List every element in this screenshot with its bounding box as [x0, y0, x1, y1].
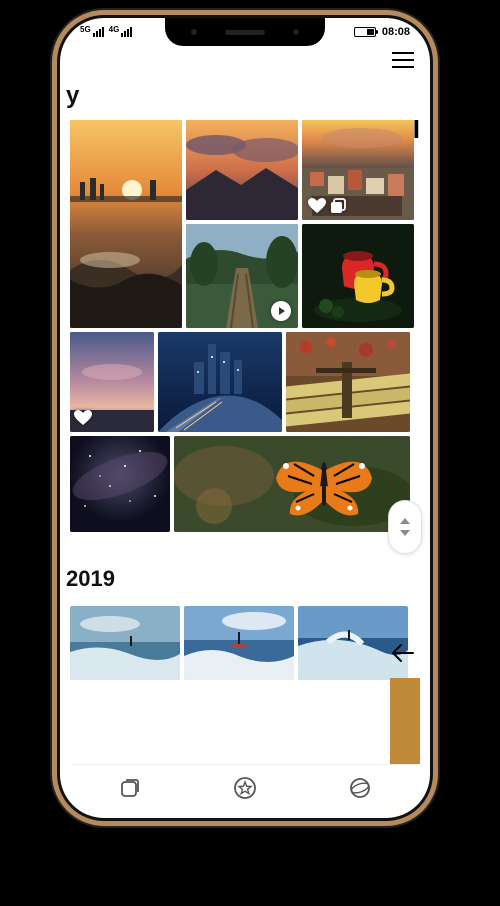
- photo-town-sunset[interactable]: [302, 120, 414, 220]
- photo-mountain-clouds[interactable]: [186, 120, 298, 220]
- app-screen: y I: [60, 18, 430, 818]
- display-notch: [165, 18, 325, 46]
- clock: 08:08: [382, 26, 410, 38]
- tabs-icon[interactable]: [117, 775, 143, 801]
- play-icon: [270, 300, 292, 322]
- photo-city-night[interactable]: [158, 332, 282, 432]
- chevron-up-icon: [400, 518, 410, 524]
- thumbnail-row: [60, 606, 430, 680]
- battery-icon: [354, 27, 376, 37]
- thumb-surf-1[interactable]: [70, 606, 180, 680]
- section-year-label: 2019: [60, 536, 430, 606]
- photo-pink-sky[interactable]: [70, 332, 154, 432]
- signal-icon-2: [121, 27, 132, 37]
- edge-tab-indicator[interactable]: [390, 678, 420, 764]
- signal-icon: [93, 27, 104, 37]
- photo-butterfly[interactable]: [174, 436, 410, 532]
- photo-bamboo[interactable]: [286, 332, 410, 432]
- star-circle-icon[interactable]: [232, 775, 258, 801]
- globe-icon[interactable]: [347, 775, 373, 801]
- scroll-jumper[interactable]: [388, 500, 422, 554]
- chevron-down-icon: [400, 530, 410, 536]
- heart-icon: [308, 198, 326, 214]
- stack-icon: [330, 198, 346, 214]
- photo-sunset-city[interactable]: [70, 120, 182, 328]
- photo-cups-still-life[interactable]: [302, 224, 414, 328]
- page-title: y: [60, 68, 430, 120]
- bottom-tab-bar: [72, 764, 418, 810]
- phone-frame: 5G 4G 08:08 y I: [60, 18, 430, 818]
- back-arrow-icon[interactable]: [392, 642, 414, 668]
- network-label-1: 5G: [80, 25, 91, 34]
- network-label-2: 4G: [109, 25, 120, 34]
- menu-icon[interactable]: [392, 52, 414, 68]
- photo-grid: [60, 120, 430, 532]
- thumb-surf-2[interactable]: [184, 606, 294, 680]
- heart-icon: [74, 410, 92, 426]
- photo-forest-boardwalk[interactable]: [186, 224, 298, 328]
- photo-milky-way[interactable]: [70, 436, 170, 532]
